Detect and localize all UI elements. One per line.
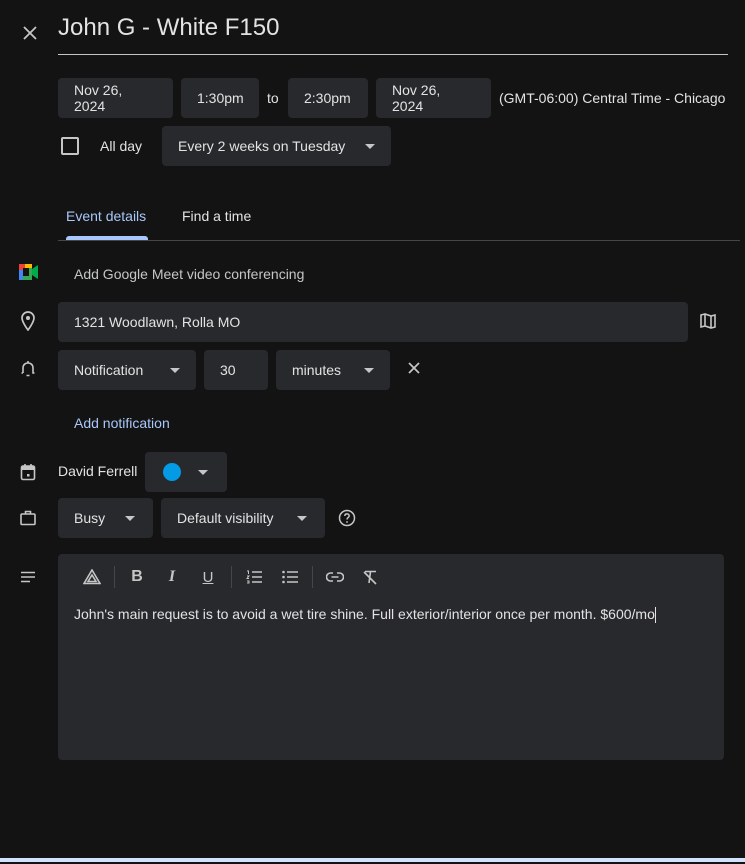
- chevron-down-icon: [198, 469, 208, 475]
- timezone-button[interactable]: (GMT-06:00) Central Time - Chicago: [499, 90, 725, 106]
- description-editor[interactable]: [58, 554, 724, 760]
- visibility-value: Default visibility: [177, 510, 274, 526]
- notification-unit-dropdown[interactable]: minutes: [276, 350, 390, 390]
- tabs-divider: [58, 240, 740, 241]
- remove-notification-icon[interactable]: [404, 358, 424, 378]
- map-icon[interactable]: [698, 310, 718, 332]
- chevron-down-icon: [125, 515, 135, 521]
- notification-type-value: Notification: [74, 362, 144, 378]
- chevron-down-icon: [365, 143, 375, 149]
- bulleted-list-icon[interactable]: [279, 566, 301, 588]
- underline-icon[interactable]: U: [197, 566, 219, 588]
- description-icon: [18, 567, 38, 587]
- description-content: John's main request is to avoid a wet ti…: [74, 606, 655, 622]
- all-day-checkbox[interactable]: [61, 137, 79, 155]
- text-cursor: [654, 607, 656, 624]
- clear-formatting-icon[interactable]: [359, 566, 381, 588]
- briefcase-icon: [18, 507, 38, 529]
- drive-icon[interactable]: [81, 566, 103, 588]
- tab-find-a-time[interactable]: Find a time: [182, 208, 251, 224]
- to-label: to: [267, 90, 279, 106]
- bold-icon[interactable]: B: [126, 566, 148, 588]
- add-meet-button[interactable]: Add Google Meet video conferencing: [74, 266, 304, 282]
- all-day-label: All day: [100, 138, 143, 154]
- toolbar-divider: [114, 566, 115, 588]
- numbered-list-icon[interactable]: [243, 566, 265, 588]
- recurrence-value: Every 2 weeks on Tuesday: [178, 138, 346, 154]
- help-icon[interactable]: [336, 507, 358, 529]
- notification-amount-input[interactable]: 30: [204, 350, 268, 390]
- title-underline: [58, 54, 728, 55]
- visibility-dropdown[interactable]: Default visibility: [161, 498, 325, 538]
- google-meet-icon: [18, 263, 38, 281]
- close-icon[interactable]: [18, 21, 42, 45]
- calendar-owner: David Ferrell: [58, 463, 138, 479]
- end-date-field[interactable]: Nov 26, 2024: [376, 78, 491, 118]
- notification-unit-value: minutes: [292, 362, 342, 378]
- chevron-down-icon: [297, 515, 307, 521]
- start-date-field[interactable]: Nov 26, 2024: [58, 78, 173, 118]
- availability-value: Busy: [74, 510, 106, 526]
- notification-type-dropdown[interactable]: Notification: [58, 350, 196, 390]
- location-pin-icon: [18, 310, 38, 332]
- toolbar-divider: [312, 566, 313, 588]
- start-time-field[interactable]: 1:30pm: [181, 78, 259, 118]
- bell-icon: [18, 358, 38, 380]
- add-notification-button[interactable]: Add notification: [74, 415, 170, 431]
- toolbar-divider: [231, 566, 232, 588]
- location-input[interactable]: 1321 Woodlawn, Rolla MO: [58, 302, 688, 342]
- chevron-down-icon: [170, 367, 180, 373]
- recurrence-dropdown[interactable]: Every 2 weeks on Tuesday: [162, 126, 391, 166]
- description-text[interactable]: John's main request is to avoid a wet ti…: [74, 606, 656, 624]
- end-time-field[interactable]: 2:30pm: [288, 78, 368, 118]
- event-title-input[interactable]: John G - White F150: [58, 14, 279, 42]
- italic-icon[interactable]: I: [161, 566, 183, 588]
- chevron-down-icon: [364, 367, 374, 373]
- event-color-dropdown[interactable]: [145, 452, 227, 492]
- tab-event-details[interactable]: Event details: [66, 208, 146, 224]
- link-icon[interactable]: [324, 566, 346, 588]
- color-swatch: [163, 463, 181, 481]
- availability-dropdown[interactable]: Busy: [58, 498, 153, 538]
- bottom-bar: [0, 858, 745, 862]
- calendar-icon: [18, 461, 38, 483]
